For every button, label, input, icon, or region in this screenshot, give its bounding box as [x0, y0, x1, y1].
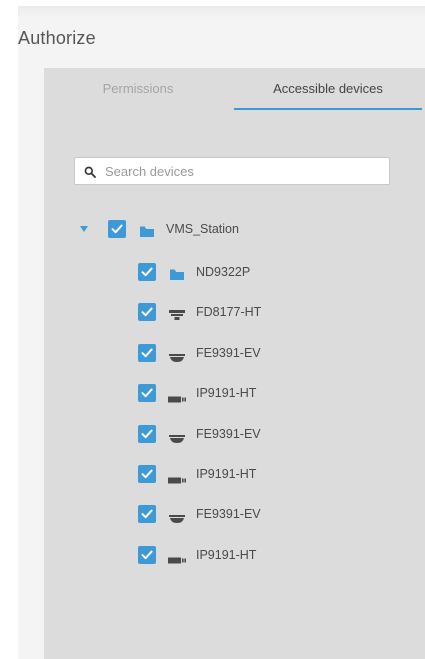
tree-item-label: FD8177-HT — [196, 305, 262, 320]
tree-device-row[interactable]: FE9391-EV — [44, 423, 425, 445]
fixed-dome-camera-icon — [169, 307, 185, 325]
checkbox[interactable] — [138, 545, 156, 564]
tree-item-label: IP9191-HT — [196, 386, 257, 401]
top-shadow — [18, 6, 425, 18]
tree-item-label: FE9391-EV — [196, 345, 261, 360]
tree-item-label: IP9191-HT — [196, 467, 257, 481]
tree-device-row[interactable]: FE9391-EV — [44, 342, 425, 364]
expand-arrow-icon[interactable] — [80, 226, 88, 232]
fisheye-camera-icon — [169, 510, 185, 528]
tree-root-row[interactable]: VMS_Station — [44, 218, 425, 240]
tree-device-row[interactable]: IP9191-HT — [44, 544, 425, 566]
checkbox[interactable] — [138, 343, 156, 362]
checkbox[interactable] — [138, 263, 156, 281]
tab-permissions[interactable]: Permissions — [44, 68, 232, 110]
tree-device-row[interactable]: FD8177-HT — [44, 301, 425, 323]
dialog-title: Authorize — [18, 28, 96, 48]
active-tab-indicator — [234, 108, 422, 110]
search-icon — [84, 165, 96, 178]
fisheye-camera-icon — [169, 430, 185, 448]
checkbox[interactable] — [138, 303, 156, 322]
bullet-camera-icon — [168, 551, 186, 569]
folder-icon — [140, 224, 154, 242]
tree-item-label: FE9391-EV — [196, 507, 261, 522]
checkbox[interactable] — [138, 384, 156, 403]
folder-icon — [170, 267, 184, 285]
tab-bar: Permissions Accessible devices — [44, 68, 425, 110]
bullet-camera-icon — [168, 471, 186, 489]
tree-device-row[interactable]: IP9191-HT — [44, 382, 425, 404]
fisheye-camera-icon — [169, 349, 185, 367]
checkbox[interactable] — [138, 465, 156, 483]
search-box — [74, 157, 390, 185]
bullet-camera-icon — [168, 390, 186, 408]
tab-accessible-devices[interactable]: Accessible devices — [234, 68, 422, 110]
tree-device-row[interactable]: IP9191-HT — [44, 463, 425, 485]
tree-item-label: FE9391-EV — [196, 426, 261, 441]
checkbox[interactable] — [138, 505, 156, 524]
checkbox[interactable] — [138, 424, 156, 443]
tree-item-label: ND9322P — [196, 265, 251, 279]
tree-device-row[interactable]: ND9322P — [44, 261, 425, 283]
authorize-panel: Permissions Accessible devices VMS_Stati… — [44, 68, 425, 659]
checkbox[interactable] — [108, 220, 126, 238]
search-input[interactable] — [105, 158, 385, 184]
tree-item-label: IP9191-HT — [196, 547, 257, 562]
tree-item-label: VMS_Station — [166, 222, 239, 236]
tree-device-row[interactable]: FE9391-EV — [44, 503, 425, 525]
authorize-dialog: Authorize Permissions Accessible devices… — [18, 6, 425, 659]
